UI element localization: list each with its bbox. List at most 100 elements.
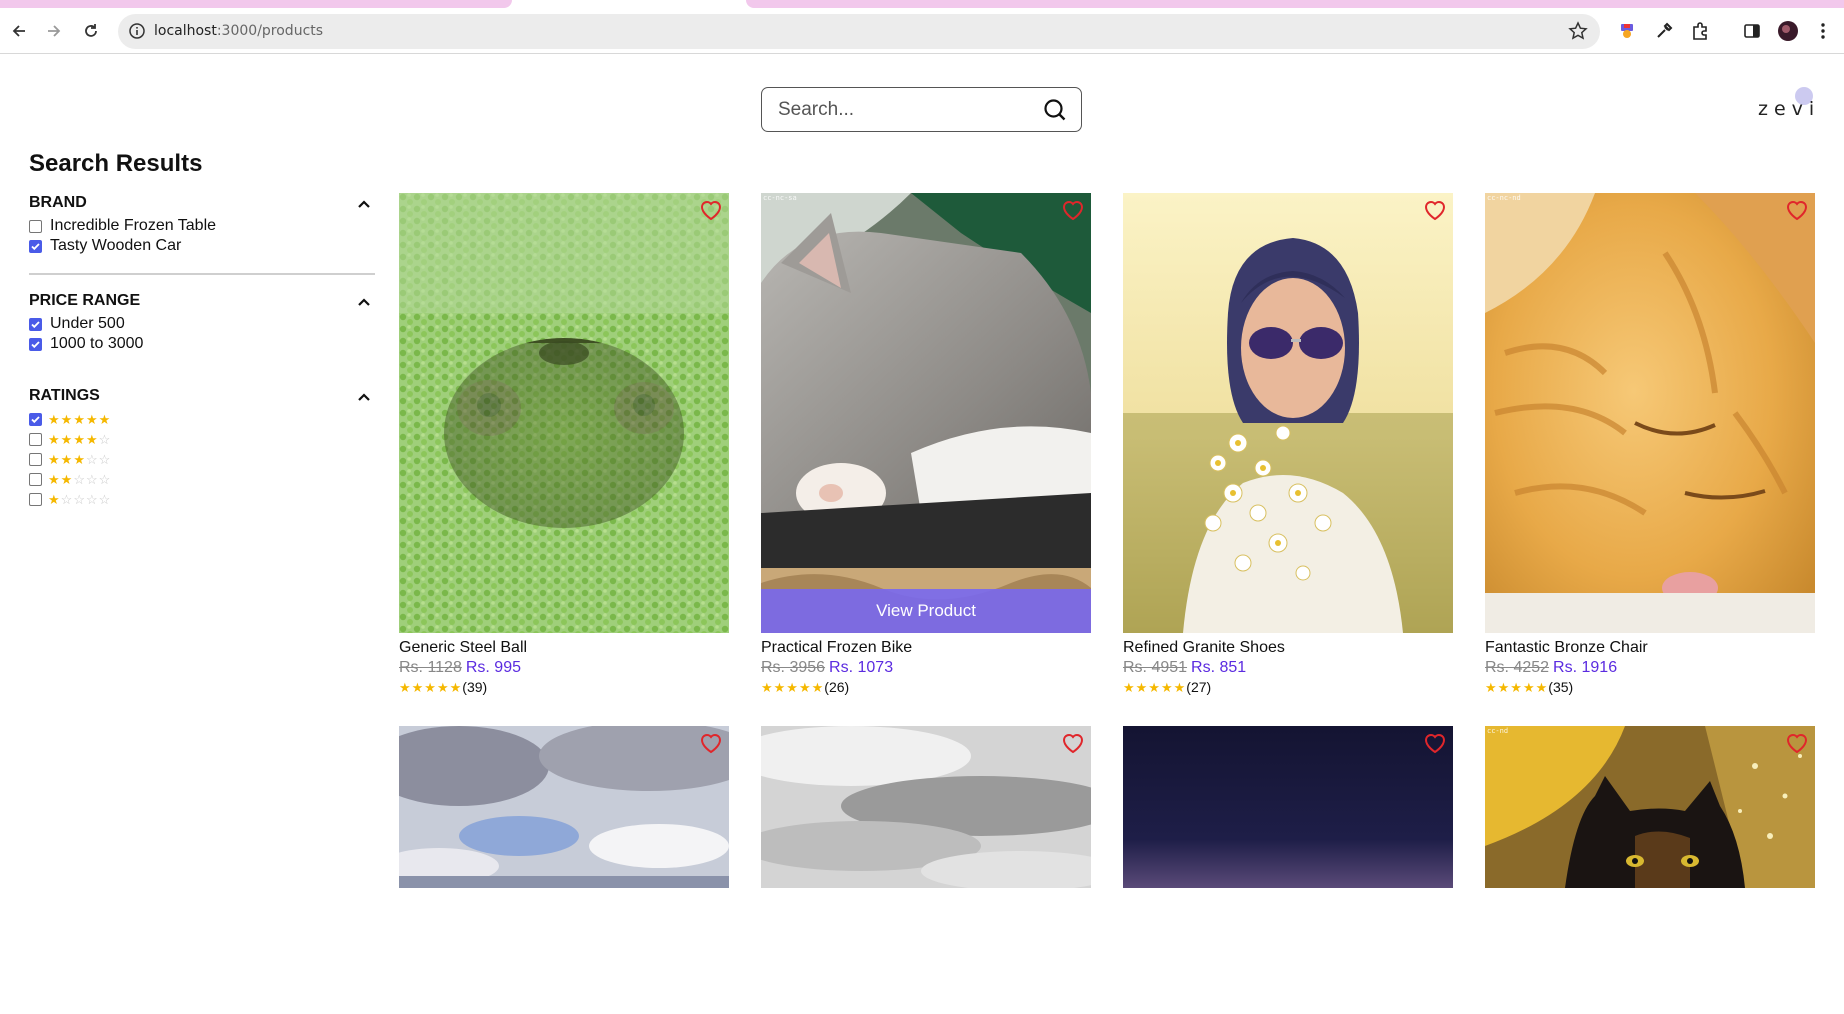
wishlist-heart-icon[interactable] [1785, 732, 1809, 759]
chevron-up-icon[interactable] [357, 196, 371, 214]
back-icon[interactable] [6, 18, 32, 44]
ratings-filter-header[interactable]: RATINGS [29, 387, 375, 409]
rating-option-4-stars[interactable]: ★ ★ ★ ★ ☆ [29, 429, 375, 449]
star-empty-icon: ☆ [73, 491, 86, 507]
price-option-under-500[interactable]: Under 500 [29, 314, 375, 334]
price-filter-label: PRICE RANGE [29, 292, 141, 309]
rating-option-1-stars[interactable]: ★ ☆ ☆ ☆ ☆ [29, 489, 375, 509]
forward-icon[interactable] [41, 18, 67, 44]
star-empty-icon: ☆ [73, 471, 86, 487]
checkbox-checked[interactable] [29, 239, 42, 253]
bookmark-star-icon[interactable] [1568, 21, 1588, 46]
wishlist-heart-icon[interactable] [1061, 732, 1085, 759]
ratings-filter: RATINGS ★ ★ ★ ★ ★ ★ ★ ★ ★ ☆ ★ ★ ★ ☆ ☆ ★ ★ ☆ ☆ ☆ ★ ☆ ☆ ☆ ☆ [29, 387, 375, 509]
extensions-puzzle-icon[interactable] [1687, 18, 1713, 44]
extension-badge-icon[interactable] [1614, 18, 1640, 44]
product-rating: ★★★★★ (39) [399, 679, 487, 695]
price-filter-header[interactable]: PRICE RANGE [29, 292, 375, 314]
price-range-filter: PRICE RANGE Under 500 1000 to 3000 [29, 292, 375, 354]
checkbox[interactable] [29, 452, 42, 466]
browser-tab[interactable] [0, 0, 512, 8]
view-product-button[interactable]: View Product [761, 589, 1091, 633]
brand-filter-label: BRAND [29, 194, 87, 211]
product-name[interactable]: Fantastic Bronze Chair [1485, 639, 1648, 657]
checkbox[interactable] [29, 432, 42, 446]
wishlist-heart-icon[interactable] [1785, 199, 1809, 226]
product-image[interactable] [399, 726, 729, 888]
product-name[interactable]: Practical Frozen Bike [761, 639, 912, 657]
checkbox[interactable] [29, 472, 42, 486]
search-input[interactable] [778, 98, 1018, 122]
product-price: Rs. 1128 Rs. 995 [399, 659, 521, 677]
rating-stars: ★★★★★ [761, 679, 825, 695]
price-option-1000-to-3000[interactable]: 1000 to 3000 [29, 334, 375, 354]
product-image[interactable] [1123, 193, 1453, 633]
star-filled-icon: ★ [73, 431, 86, 447]
review-count: (35) [1548, 679, 1574, 695]
search-icon[interactable] [1043, 98, 1067, 127]
chevron-up-icon[interactable] [357, 389, 371, 407]
url-host: localhost [154, 23, 217, 39]
original-price: Rs. 1128 [399, 659, 462, 676]
checkbox[interactable] [29, 219, 42, 233]
star-filled-icon: ★ [73, 411, 86, 427]
star-filled-icon: ★ [98, 411, 112, 427]
profile-avatar-icon[interactable] [1775, 18, 1801, 44]
ratings-filter-label: RATINGS [29, 387, 100, 404]
browser-tab[interactable] [746, 0, 1844, 8]
product-rating: ★★★★★ (35) [1485, 679, 1573, 695]
original-price: Rs. 3956 [761, 659, 826, 676]
license-watermark: cc-nc-nd [1487, 194, 1521, 202]
product-name[interactable]: Generic Steel Ball [399, 639, 527, 657]
product-image[interactable]: cc-nc-sa View Product [761, 193, 1091, 633]
checkbox-checked[interactable] [29, 337, 42, 351]
wishlist-heart-icon[interactable] [699, 732, 723, 759]
wishlist-heart-icon[interactable] [1423, 732, 1447, 759]
rating-option-2-stars[interactable]: ★ ★ ☆ ☆ ☆ [29, 469, 375, 489]
reload-icon[interactable] [78, 18, 104, 44]
product-image[interactable] [399, 193, 729, 633]
address-bar[interactable]: localhost:3000/products [118, 14, 1600, 49]
site-info-icon[interactable] [128, 22, 146, 45]
product-rating: ★★★★★ (26) [761, 679, 849, 695]
product-name[interactable]: Refined Granite Shoes [1123, 639, 1285, 657]
checkbox-checked[interactable] [29, 317, 42, 331]
product-card[interactable]: cc-nd [1485, 726, 1815, 888]
brand-option-label: Tasty Wooden Car [50, 237, 182, 254]
brand-filter-header[interactable]: BRAND [29, 194, 375, 216]
brand-option-incredible-frozen-table[interactable]: Incredible Frozen Table [29, 216, 375, 236]
product-card[interactable] [399, 726, 729, 888]
star-filled-icon: ★ [48, 451, 61, 467]
product-image[interactable]: cc-nc-nd [1485, 193, 1815, 633]
zevi-logo[interactable]: zevi [1758, 98, 1820, 120]
star-empty-icon: ☆ [85, 471, 99, 487]
star-empty-icon: ☆ [98, 471, 112, 487]
browser-menu-icon[interactable] [1810, 18, 1836, 44]
product-image[interactable] [761, 726, 1091, 888]
price-option-label: Under 500 [50, 315, 125, 332]
discounted-price: Rs. 1916 [1553, 659, 1618, 676]
product-image[interactable] [1485, 726, 1815, 888]
search-box[interactable] [761, 87, 1082, 132]
star-filled-icon: ★ [73, 451, 86, 467]
rating-option-3-stars[interactable]: ★ ★ ★ ☆ ☆ [29, 449, 375, 469]
star-filled-icon: ★ [60, 431, 74, 447]
wishlist-heart-icon[interactable] [1423, 199, 1447, 226]
chevron-up-icon[interactable] [357, 294, 371, 312]
brand-option-tasty-wooden-car[interactable]: Tasty Wooden Car [29, 236, 375, 256]
product-card[interactable] [761, 726, 1091, 888]
product-image[interactable] [1123, 726, 1453, 888]
rating-stars: ★ ☆ ☆ ☆ ☆ [48, 493, 111, 506]
checkbox[interactable] [29, 492, 42, 506]
original-price: Rs. 4951 [1123, 659, 1188, 676]
rating-option-5-stars[interactable]: ★ ★ ★ ★ ★ [29, 409, 375, 429]
product-card[interactable] [1123, 726, 1453, 888]
wishlist-heart-icon[interactable] [1061, 199, 1085, 226]
tab-strip [0, 0, 1844, 8]
side-panel-icon[interactable] [1739, 18, 1765, 44]
eyedropper-icon[interactable] [1651, 18, 1677, 44]
checkbox-checked[interactable] [29, 412, 42, 426]
original-price: Rs. 4252 [1485, 659, 1550, 676]
wishlist-heart-icon[interactable] [699, 199, 723, 226]
star-filled-icon: ★ [48, 431, 61, 447]
